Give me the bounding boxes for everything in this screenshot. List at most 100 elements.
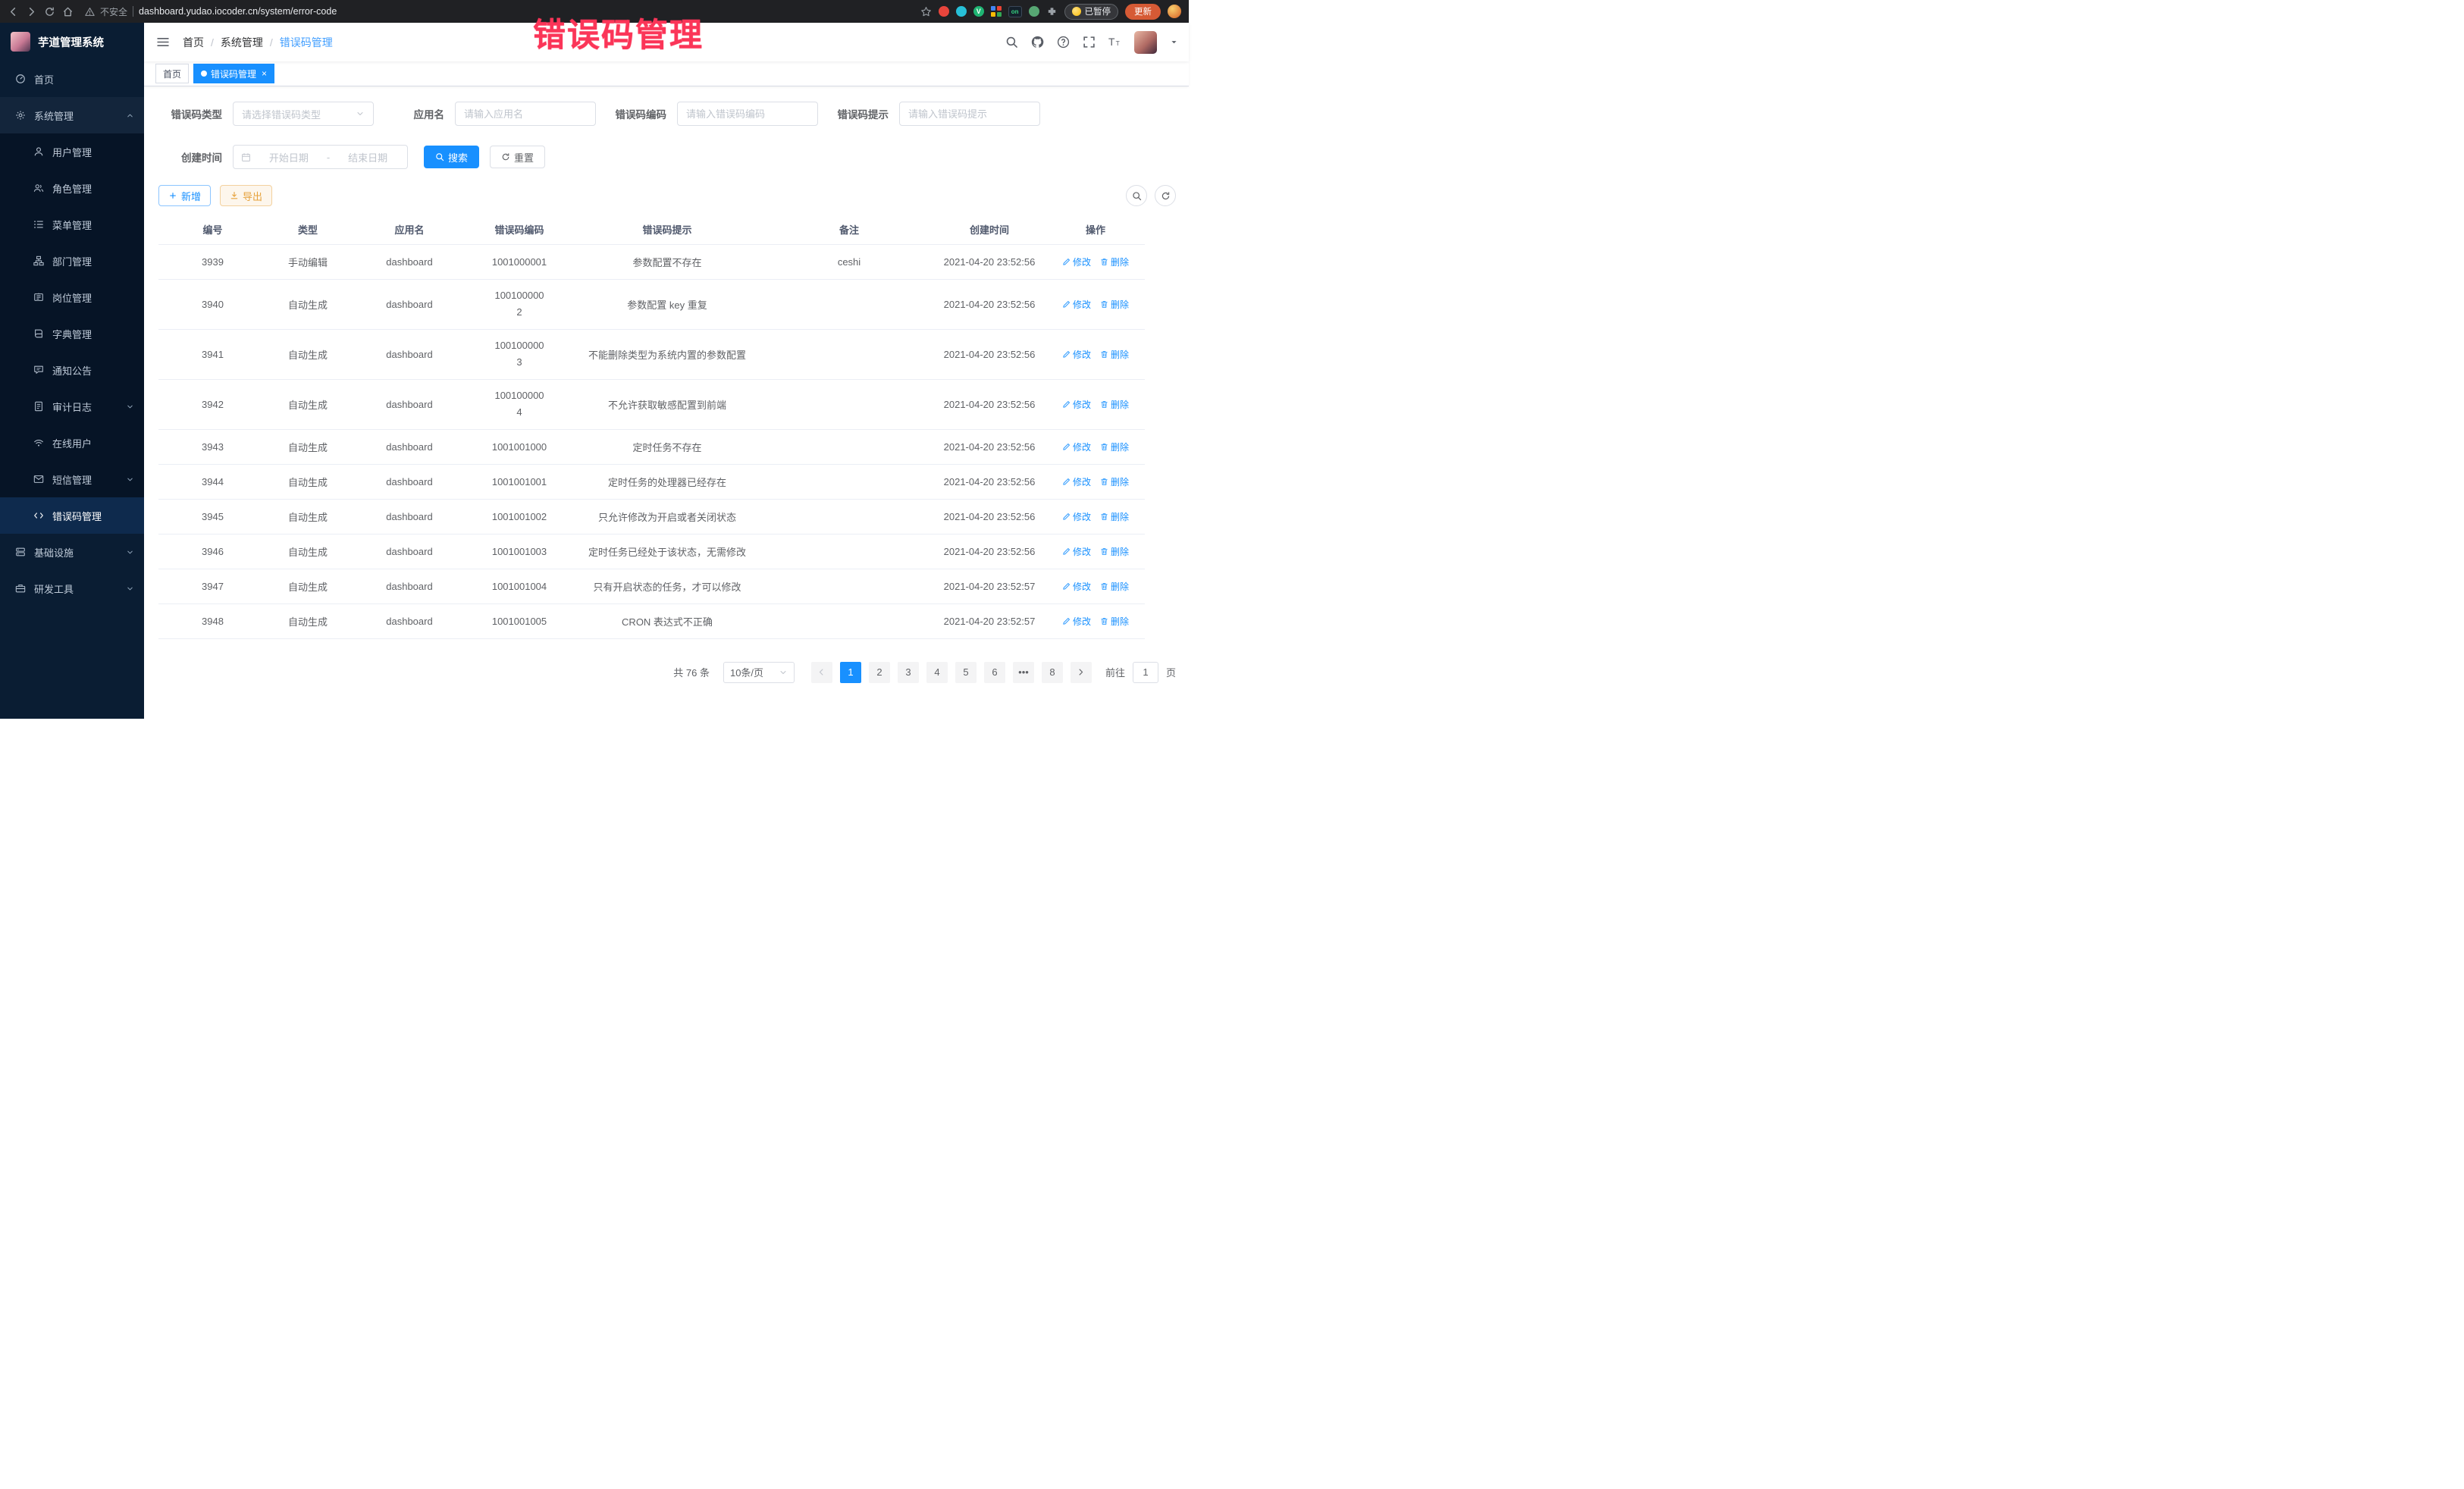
sidebar-item-notice[interactable]: 通知公告: [0, 352, 144, 388]
page-ellipsis[interactable]: •••: [1013, 662, 1034, 683]
delete-link[interactable]: 删除: [1100, 440, 1129, 453]
table-row: 3939手动编辑dashboard1001000001参数配置不存在ceshi2…: [158, 244, 1145, 279]
sidebar-item-devtools[interactable]: 研发工具: [0, 570, 144, 607]
bookmark-star-icon[interactable]: [920, 6, 932, 17]
edit-link[interactable]: 修改: [1062, 398, 1091, 411]
delete-link[interactable]: 删除: [1100, 255, 1129, 268]
goto-page-input[interactable]: [1133, 662, 1158, 683]
error-hint-input[interactable]: [899, 102, 1040, 126]
reset-button-label: 重置: [514, 150, 534, 165]
extension-on-badge-icon[interactable]: on: [1008, 6, 1022, 17]
reset-button[interactable]: 重置: [490, 146, 545, 168]
prev-page-button[interactable]: [811, 662, 832, 683]
sidebar-item-system[interactable]: 系统管理: [0, 97, 144, 133]
page-button[interactable]: 8: [1042, 662, 1063, 683]
sidebar-item-dict[interactable]: 字典管理: [0, 315, 144, 352]
delete-link[interactable]: 删除: [1100, 348, 1129, 361]
page-button[interactable]: 6: [984, 662, 1005, 683]
delete-link[interactable]: 删除: [1100, 580, 1129, 593]
table-cell: 2021-04-20 23:52:56: [933, 464, 1046, 499]
paused-badge[interactable]: 已暂停: [1064, 4, 1119, 20]
sidebar-item-dept[interactable]: 部门管理: [0, 243, 144, 279]
delete-link[interactable]: 删除: [1100, 298, 1129, 311]
operation-cell: 修改删除: [1046, 379, 1145, 429]
breadcrumb-item[interactable]: 错误码管理: [280, 35, 333, 50]
breadcrumb-item[interactable]: 系统管理: [221, 35, 263, 50]
tag-item[interactable]: 错误码管理×: [193, 64, 274, 83]
toggle-search-button[interactable]: [1126, 185, 1147, 206]
edit-link[interactable]: 修改: [1062, 510, 1091, 523]
operation-cell: 修改删除: [1046, 244, 1145, 279]
edit-link[interactable]: 修改: [1062, 615, 1091, 628]
edit-link[interactable]: 修改: [1062, 545, 1091, 558]
edit-link[interactable]: 修改: [1062, 348, 1091, 361]
table-cell: 3944: [158, 464, 267, 499]
sidebar-item-infra[interactable]: 基础设施: [0, 534, 144, 570]
page-button[interactable]: 3: [898, 662, 919, 683]
error-code-input[interactable]: [677, 102, 818, 126]
extensions-puzzle-icon[interactable]: [1046, 6, 1058, 17]
page-button[interactable]: 4: [926, 662, 948, 683]
breadcrumb-item[interactable]: 首页: [183, 35, 204, 50]
extension-red-icon[interactable]: [939, 6, 949, 17]
next-page-button[interactable]: [1071, 662, 1092, 683]
fullscreen-icon[interactable]: [1083, 36, 1096, 49]
delete-link[interactable]: 删除: [1100, 615, 1129, 628]
sidebar-toggle-icon[interactable]: [156, 36, 170, 48]
delete-link[interactable]: 删除: [1100, 475, 1129, 488]
extension-grid-icon[interactable]: [991, 6, 1002, 17]
chevron-up-icon: [126, 111, 134, 120]
user-avatar[interactable]: [1134, 31, 1157, 54]
browser-home-icon[interactable]: [62, 6, 74, 17]
back-icon[interactable]: [8, 6, 19, 17]
edit-icon: [1062, 582, 1071, 591]
edit-link[interactable]: 修改: [1062, 580, 1091, 593]
forward-icon[interactable]: [26, 6, 37, 17]
update-button[interactable]: 更新: [1125, 4, 1161, 20]
sidebar-item-role[interactable]: 角色管理: [0, 170, 144, 206]
edit-link[interactable]: 修改: [1062, 298, 1091, 311]
app-name-input[interactable]: [455, 102, 596, 126]
tag-item[interactable]: 首页: [155, 64, 189, 83]
edit-link[interactable]: 修改: [1062, 255, 1091, 268]
refresh-table-button[interactable]: [1155, 185, 1176, 206]
help-icon[interactable]: [1057, 36, 1070, 49]
date-range-separator: -: [327, 152, 330, 163]
error-type-select[interactable]: 请选择错误码类型: [233, 102, 374, 126]
app-logo[interactable]: 芋道管理系统: [0, 23, 144, 61]
export-button[interactable]: 导出: [220, 185, 272, 206]
sidebar-item-post[interactable]: 岗位管理: [0, 279, 144, 315]
close-tag-icon[interactable]: ×: [262, 69, 267, 78]
edit-link[interactable]: 修改: [1062, 475, 1091, 488]
date-range-picker[interactable]: 开始日期 - 结束日期: [233, 145, 408, 169]
sidebar-item-audit-log[interactable]: 审计日志: [0, 388, 144, 425]
sidebar-item-user[interactable]: 用户管理: [0, 133, 144, 170]
sidebar-item-sms[interactable]: 短信管理: [0, 461, 144, 497]
sidebar-item-home[interactable]: 首页: [0, 61, 144, 97]
avatar-caret-icon[interactable]: [1170, 38, 1178, 46]
edit-link[interactable]: 修改: [1062, 440, 1091, 453]
add-button[interactable]: 新增: [158, 185, 211, 206]
github-icon[interactable]: [1031, 36, 1044, 49]
search-icon[interactable]: [1005, 36, 1018, 49]
delete-link[interactable]: 删除: [1100, 398, 1129, 411]
sidebar-item-online-user[interactable]: 在线用户: [0, 425, 144, 461]
delete-link[interactable]: 删除: [1100, 510, 1129, 523]
font-size-icon[interactable]: TT: [1108, 36, 1121, 49]
trash-icon: [1100, 350, 1108, 359]
pagination: 共 76 条 10条/页 123456•••8 前往 页: [158, 662, 1176, 683]
page-button[interactable]: 1: [840, 662, 861, 683]
extension-teal-icon[interactable]: [956, 6, 967, 17]
delete-link[interactable]: 删除: [1100, 545, 1129, 558]
search-button[interactable]: 搜索: [424, 146, 479, 168]
page-size-select[interactable]: 10条/页: [723, 662, 795, 683]
sidebar-item-menu[interactable]: 菜单管理: [0, 206, 144, 243]
reload-icon[interactable]: [44, 6, 55, 17]
extension-vue-devtools-icon[interactable]: V: [973, 6, 984, 17]
page-button[interactable]: 5: [955, 662, 977, 683]
browser-profile-avatar[interactable]: [1168, 5, 1181, 18]
page-button[interactable]: 2: [869, 662, 890, 683]
sidebar-item-error-code[interactable]: 错误码管理: [0, 497, 144, 534]
extension-green-icon[interactable]: [1029, 6, 1039, 17]
address-bar[interactable]: 不安全 dashboard.yudao.iocoder.cn/system/er…: [80, 5, 914, 18]
